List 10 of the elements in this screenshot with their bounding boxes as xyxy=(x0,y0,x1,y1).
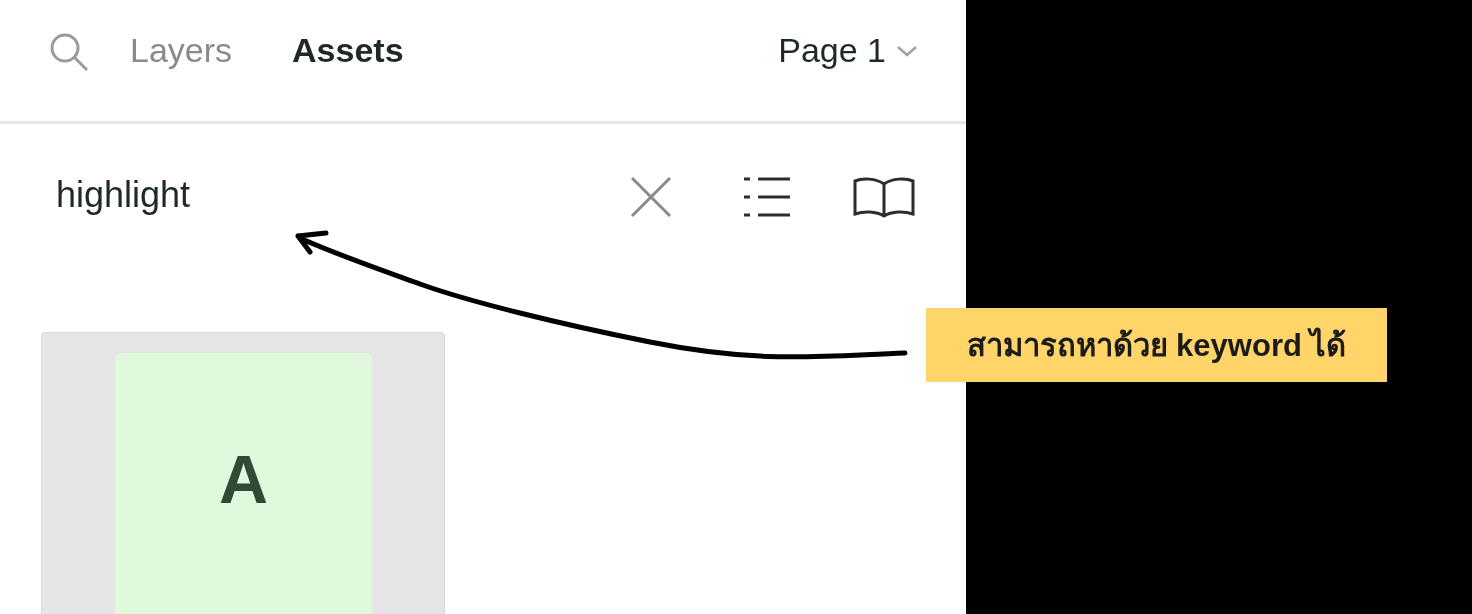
asset-letter: A xyxy=(218,445,269,513)
annotation-label: สามารถหาด้วย keyword ได้ xyxy=(926,308,1387,382)
list-icon[interactable] xyxy=(744,176,790,218)
book-icon[interactable] xyxy=(852,176,916,218)
asset-card[interactable]: A xyxy=(41,332,445,614)
tab[interactable]: Assets xyxy=(292,31,404,70)
search-field[interactable]: highlight xyxy=(56,174,356,216)
chevron-icon xyxy=(896,43,918,58)
page-dropdown[interactable]: Page 1 xyxy=(778,31,918,70)
close-icon[interactable] xyxy=(630,176,672,218)
